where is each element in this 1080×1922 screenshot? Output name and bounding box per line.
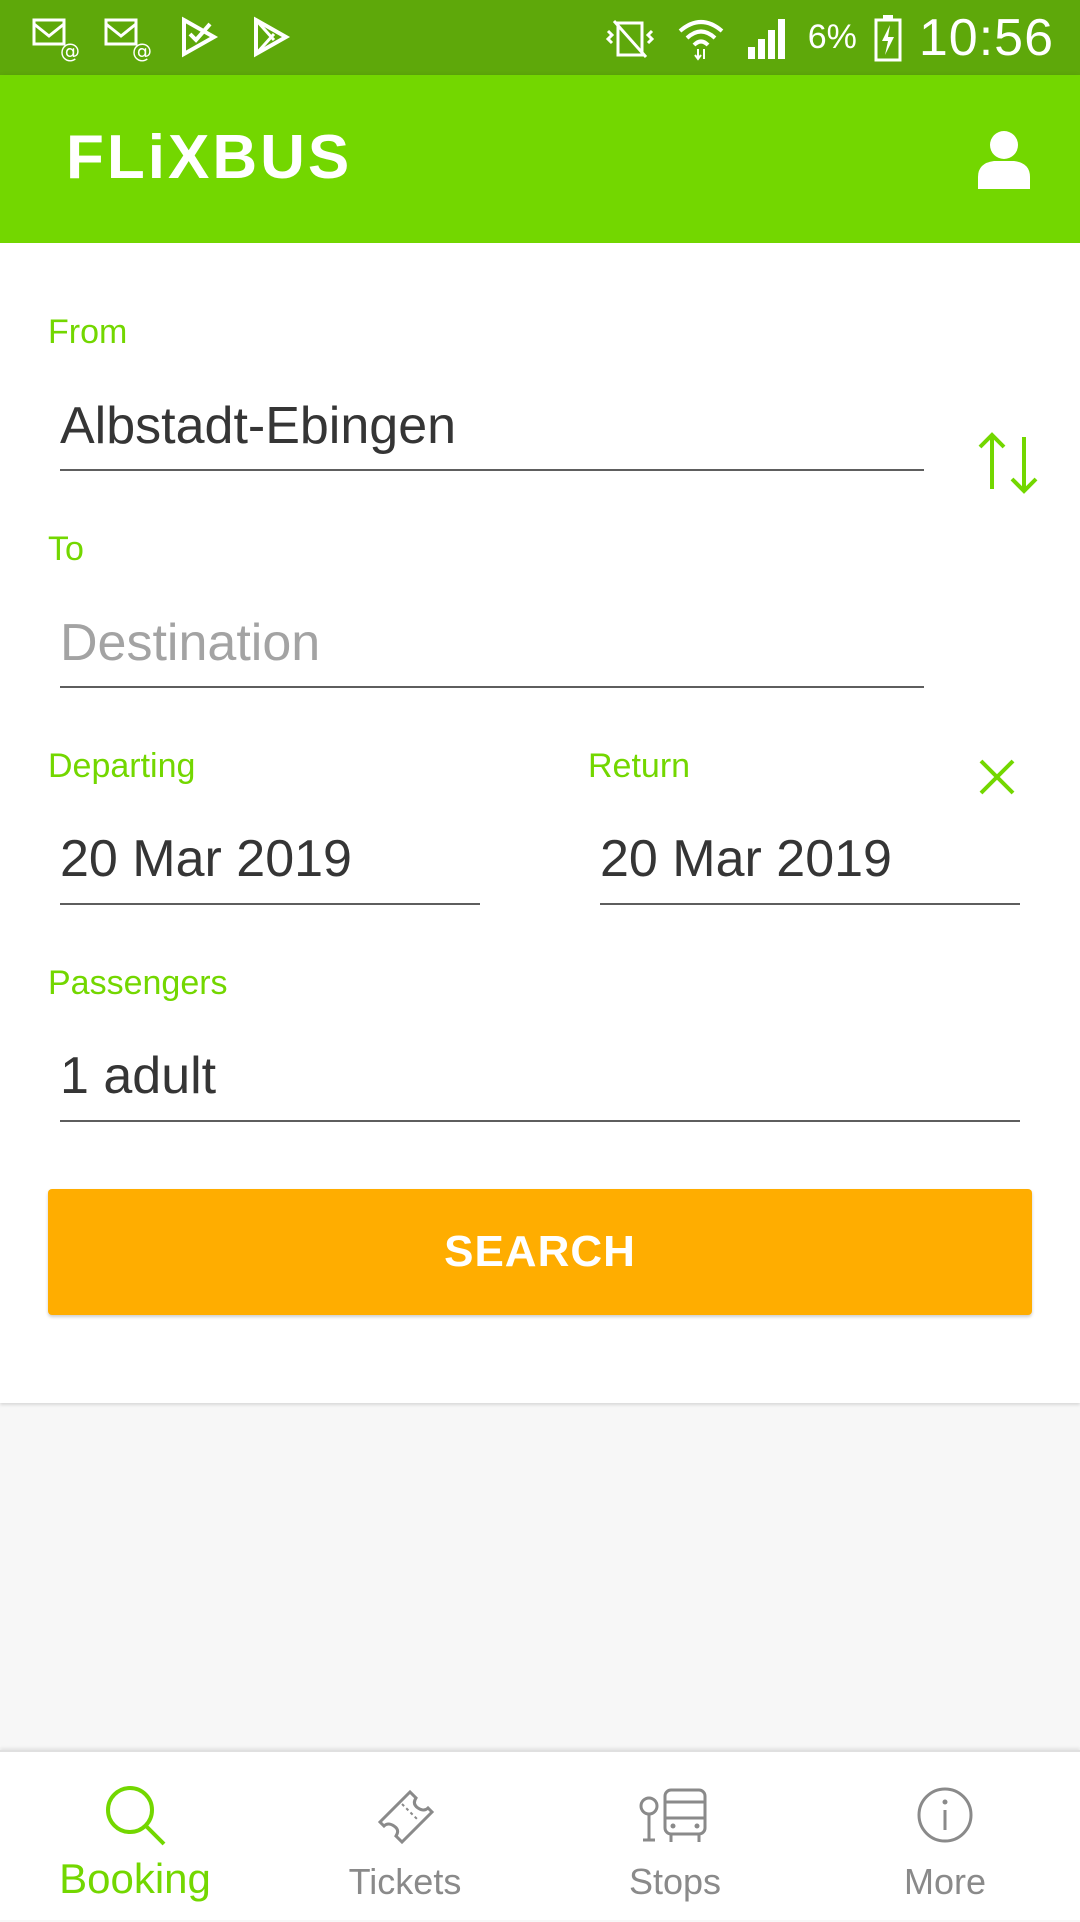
play-store-icon: [182, 16, 219, 58]
to-label: To: [48, 530, 84, 568]
vibrate-icon: [605, 19, 654, 58]
search-button[interactable]: SEARCH: [48, 1189, 1032, 1315]
nav-item-tickets[interactable]: Tickets: [270, 1752, 540, 1922]
svg-text:@: @: [132, 39, 152, 62]
from-underline: [60, 469, 924, 471]
nav-item-more[interactable]: More: [810, 1752, 1080, 1922]
bus-stop-icon: [639, 1788, 707, 1842]
svg-text:@: @: [60, 39, 80, 62]
ticket-icon: [377, 1789, 435, 1845]
nav-item-stops[interactable]: Stops: [540, 1752, 810, 1922]
notification-icons: @ @: [30, 12, 296, 62]
from-input[interactable]: Albstadt-Ebingen: [60, 400, 456, 452]
nav-label-booking: Booking: [59, 1855, 211, 1902]
return-date-input[interactable]: 20 Mar 2019: [600, 833, 892, 885]
destination-underline: [60, 686, 924, 688]
person-icon[interactable]: [974, 127, 1034, 191]
destination-input[interactable]: Destination: [60, 617, 320, 669]
email-icon: @: [104, 18, 152, 62]
departing-underline: [60, 903, 480, 905]
signal-icon: [747, 18, 785, 59]
nav-label-stops: Stops: [628, 1861, 722, 1902]
info-icon: [917, 1787, 973, 1843]
return-label: Return: [588, 747, 691, 785]
status-bar: @ @ 6% 10:56: [0, 0, 1080, 75]
flixbus-logo: FLiXBUS: [66, 123, 353, 192]
search-icon: [106, 1786, 166, 1846]
nav-label-tickets: Tickets: [348, 1861, 462, 1902]
battery-percent: 6%: [807, 18, 857, 56]
clock: 10:56: [918, 8, 1054, 67]
booking-form: From Albstadt-Ebingen To Destination Dep…: [0, 243, 1080, 1403]
bottom-navigation: Booking Tickets Stops More: [0, 1750, 1080, 1920]
passengers-input[interactable]: 1 adult: [60, 1050, 216, 1102]
passengers-label: Passengers: [48, 964, 228, 1002]
play-store-icon: [254, 16, 291, 58]
departing-date-input[interactable]: 20 Mar 2019: [60, 833, 352, 885]
swap-icon[interactable]: [972, 427, 1044, 499]
nav-item-booking[interactable]: Booking: [0, 1752, 270, 1922]
wifi-icon: [678, 19, 724, 61]
return-underline: [600, 903, 1020, 905]
battery-charging-icon: [874, 14, 902, 61]
departing-label: Departing: [48, 747, 196, 785]
app-bar: FLiXBUS: [0, 75, 1080, 243]
from-label: From: [48, 313, 128, 351]
nav-label-more: More: [903, 1861, 987, 1902]
email-icon: @: [32, 18, 80, 62]
passengers-underline: [60, 1120, 1020, 1122]
close-icon[interactable]: [975, 755, 1019, 799]
system-status: 6% 10:56: [600, 0, 1054, 75]
